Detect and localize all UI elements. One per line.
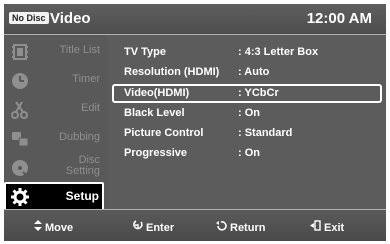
disc-icon	[10, 158, 30, 178]
hint-return-label: Return	[230, 222, 266, 234]
setting-row-picture-control[interactable]: Picture Control : Standard	[112, 125, 380, 142]
sidebar-item-title-list[interactable]: Title List	[4, 37, 104, 66]
sidebar-item-edit[interactable]: Edit	[4, 95, 104, 124]
setting-value: : Auto	[238, 66, 270, 78]
setting-value: : On	[238, 107, 260, 119]
sidebar-item-label: Timer	[72, 73, 100, 85]
sidebar-menu: Title List Timer Edit Dubbing Disc Settin	[4, 35, 107, 212]
exit-icon	[310, 220, 321, 234]
osd-window: No Disc Video 12:00 AM Title List Timer …	[4, 4, 386, 241]
setting-row-progressive[interactable]: Progressive : On	[112, 145, 380, 162]
setting-label: Resolution (HDMI)	[124, 66, 220, 78]
hint-enter: Enter	[132, 220, 174, 234]
hint-move: Move	[34, 220, 73, 234]
setting-label: Progressive	[124, 147, 187, 159]
setting-label: Black Level	[124, 107, 185, 119]
setting-value: : 4:3 Letter Box	[238, 46, 319, 58]
up-down-arrows-icon	[34, 220, 42, 234]
hint-enter-label: Enter	[146, 222, 175, 234]
video-settings-panel: TV Type : 4:3 Letter Box Resolution (HDM…	[108, 35, 386, 208]
header-bar: No Disc Video 12:00 AM	[4, 4, 386, 35]
setting-value: : On	[238, 147, 260, 159]
no-disc-badge: No Disc	[9, 12, 49, 24]
sidebar-item-label: Disc Setting	[66, 155, 100, 177]
setting-label: TV Type	[124, 46, 166, 58]
hint-return: Return	[216, 220, 265, 234]
hint-exit: Exit	[310, 220, 344, 234]
sidebar-item-dubbing[interactable]: Dubbing	[4, 124, 104, 153]
setting-row-black-level[interactable]: Black Level : On	[112, 105, 380, 122]
sidebar-item-label: Edit	[81, 102, 100, 114]
enter-icon	[132, 220, 143, 234]
sidebar-item-label: Title List	[59, 44, 100, 56]
setting-value: : Standard	[238, 127, 293, 139]
sidebar-item-label: Setup	[65, 189, 99, 203]
sidebar-item-label: Dubbing	[59, 131, 100, 143]
sidebar-item-disc-setting[interactable]: Disc Setting	[4, 153, 104, 182]
setting-row-tv-type[interactable]: TV Type : 4:3 Letter Box	[112, 44, 380, 61]
disc-setting-line-2: Setting	[65, 165, 100, 177]
clock-icon	[10, 71, 30, 91]
clock-display: 12:00 AM	[306, 10, 372, 27]
setting-row-video-hdmi[interactable]: Video(HDMI) : YCbCr	[112, 84, 382, 103]
setting-row-resolution-hdmi[interactable]: Resolution (HDMI) : Auto	[112, 64, 380, 81]
page-title: Video	[50, 10, 91, 27]
sidebar-item-setup[interactable]: Setup	[4, 182, 104, 212]
setting-label: Picture Control	[124, 127, 204, 139]
gear-icon	[10, 187, 30, 207]
film-strip-icon	[10, 42, 30, 62]
return-icon	[216, 220, 227, 234]
sidebar-item-timer[interactable]: Timer	[4, 66, 104, 95]
hint-exit-label: Exit	[324, 222, 345, 234]
setting-value: : YCbCr	[238, 87, 279, 99]
scissors-icon	[10, 100, 30, 120]
footer-help-bar: Move Enter Return Exit	[4, 209, 386, 241]
setting-label: Video(HDMI)	[124, 87, 190, 99]
hint-move-label: Move	[45, 222, 74, 234]
dubbing-icon	[10, 129, 30, 149]
